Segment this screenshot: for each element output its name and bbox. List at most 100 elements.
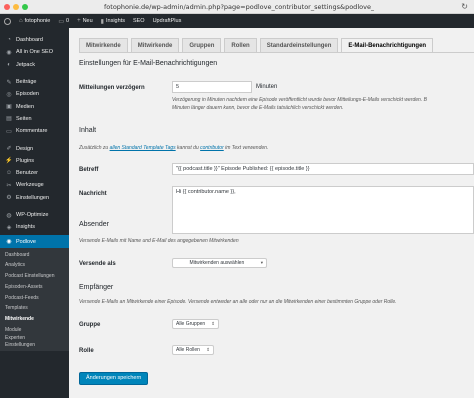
- sidebar-item-seo[interactable]: ◉ All in One SEO: [0, 46, 69, 58]
- podlove-submenu: Dashboard Analytics Podcast Einstellunge…: [0, 247, 69, 352]
- role-label: Rolle: [79, 348, 94, 354]
- home-icon: ⌂: [19, 18, 23, 24]
- submenu-expert-settings[interactable]: Experten Einstellungen: [0, 335, 40, 349]
- sidebar-item-podlove[interactable]: ◉ Podlove: [0, 235, 69, 248]
- sidebar-item-label: Dashboard: [16, 37, 43, 44]
- submenu-dashboard[interactable]: Dashboard: [0, 250, 69, 261]
- zoom-window-button[interactable]: [22, 4, 28, 10]
- submenu-episode-assets[interactable]: Episoden-Assets: [0, 282, 69, 293]
- tab-contributors-2[interactable]: Mitwirkende: [130, 38, 180, 53]
- sidebar-item-settings[interactable]: ⚙ Einstellungen: [0, 192, 69, 204]
- role-select[interactable]: Alle Rollen ⇕: [172, 345, 214, 355]
- updraft-link[interactable]: UpdraftPlus: [149, 14, 186, 28]
- template-tags-link[interactable]: allen Standard Template Tags: [110, 145, 176, 151]
- tab-groups[interactable]: Gruppen: [182, 38, 222, 53]
- updraft-label: UpdraftPlus: [152, 18, 182, 24]
- pages-icon: ▤: [6, 116, 12, 123]
- sidebar-item-posts[interactable]: ✎ Beiträge: [0, 76, 69, 88]
- tools-icon: ✂: [6, 182, 12, 189]
- site-name: fotophonie: [24, 18, 51, 24]
- plugin-icon: ⚡: [5, 158, 13, 165]
- comments-link[interactable]: ▭ 0: [54, 14, 73, 28]
- sidebar-item-plugins[interactable]: ⚡ Plugins: [0, 155, 69, 167]
- sidebar-item-label: Medien: [16, 103, 35, 110]
- section-title-sender: Absender: [79, 221, 109, 228]
- submenu-analytics[interactable]: Analytics: [0, 260, 69, 271]
- delay-input[interactable]: 5: [172, 81, 252, 93]
- sidebar-item-label: WP-Optimize: [16, 212, 49, 218]
- subject-input[interactable]: "{{ podcast.title }}" Episode Published:…: [172, 163, 474, 175]
- message-label: Nachricht: [79, 191, 107, 197]
- sidebar-item-dashboard[interactable]: ◔ Dashboard: [0, 34, 69, 46]
- sidebar-item-media[interactable]: ▣ Medien: [0, 100, 69, 112]
- dashboard-icon: ◔: [7, 37, 11, 44]
- browser-toolbar: fotophonie.de/wp-admin/admin.php?page=po…: [0, 0, 474, 14]
- minimize-window-button[interactable]: [13, 4, 19, 10]
- insights-icon: ▮: [100, 18, 104, 25]
- address-bar[interactable]: fotophonie.de/wp-admin/admin.php?page=po…: [104, 2, 374, 12]
- save-changes-button[interactable]: Änderungen speichern: [79, 372, 149, 385]
- submenu-modules[interactable]: Module: [0, 325, 69, 336]
- contributor-link[interactable]: contributor: [200, 145, 224, 151]
- seo-link[interactable]: SEO: [129, 14, 149, 28]
- sidebar-item-episodes[interactable]: ◎ Episoden: [0, 88, 69, 100]
- sidebar-item-label: Episoden: [16, 91, 39, 98]
- message-textarea[interactable]: Hi {{ contributor.name }},: [172, 186, 474, 234]
- group-select[interactable]: Alle Gruppen ⇕: [172, 319, 219, 329]
- sidebar-item-insights[interactable]: ◈ Insights: [0, 221, 69, 233]
- subject-label: Betreff: [79, 167, 99, 173]
- site-link[interactable]: ⌂ fotophonie: [15, 14, 54, 28]
- insights-link[interactable]: ▮ Insights: [97, 14, 129, 28]
- section-title-email-settings: Einstellungen für E-Mail-Benachrichtigun…: [79, 60, 218, 67]
- section-title-recipients: Empfänger: [79, 284, 114, 291]
- tab-contributors[interactable]: Mitwirkende: [79, 38, 128, 53]
- podcast-icon: ◎: [6, 91, 12, 98]
- insights-icon: ◈: [6, 224, 12, 231]
- submenu-podcast-settings[interactable]: Podcast Einstellungen: [0, 271, 69, 282]
- wordpress-menu[interactable]: [0, 14, 15, 28]
- sidebar-item-label: Podlove: [16, 238, 36, 245]
- sidebar-item-comments[interactable]: ▭ Kommentare: [0, 125, 69, 137]
- comments-count: 0: [66, 18, 70, 24]
- reload-icon[interactable]: ↻: [461, 2, 468, 11]
- main-content: Mitwirkende Mitwirkende Gruppen Rollen S…: [69, 28, 474, 398]
- intro-text: kannst du: [175, 145, 201, 151]
- media-icon: ▣: [6, 104, 12, 111]
- tab-defaults[interactable]: Standardeinstellungen: [259, 38, 339, 53]
- sidebar-item-label: Kommentare: [16, 128, 48, 135]
- sidebar-item-users[interactable]: ☺ Benutzer: [0, 167, 69, 179]
- podlove-icon: ◉: [6, 239, 12, 246]
- delay-label: Mitteilungen verzögern: [79, 85, 145, 91]
- admin-bar: ⌂ fotophonie ▭ 0 + Neu ▮ Insights SEO Updraf…: [0, 14, 474, 28]
- seo-icon: ◉: [6, 49, 12, 56]
- submenu-podcast-feeds[interactable]: Podcast-Feeds: [0, 293, 69, 304]
- sender-select[interactable]: Mitwirkenden auswählen ▾: [172, 258, 267, 268]
- pin-icon: ✎: [6, 79, 12, 86]
- settings-tabs: Mitwirkende Mitwirkende Gruppen Rollen S…: [79, 38, 434, 53]
- users-icon: ☺: [5, 170, 13, 177]
- brush-icon: ✐: [6, 146, 12, 153]
- content-intro: Zusätzlich zu allen Standard Template Ta…: [79, 145, 268, 151]
- new-label: Neu: [82, 18, 93, 24]
- group-label: Gruppe: [79, 322, 101, 328]
- tab-email-notifications[interactable]: E-Mail-Benachrichtigungen: [341, 38, 434, 53]
- new-content-link[interactable]: + Neu: [73, 14, 97, 28]
- delay-description-2: Minuten länger dauern kann, bevor die E-…: [172, 105, 344, 111]
- section-title-content: Inhalt: [79, 127, 97, 134]
- tab-roles[interactable]: Rollen: [224, 38, 257, 53]
- sidebar-item-label: Jetpack: [16, 61, 35, 68]
- close-window-button[interactable]: [4, 4, 10, 10]
- comment-bubble-icon: ▭: [58, 18, 64, 25]
- sidebar-item-wp-optimize[interactable]: ◍ WP-Optimize: [0, 209, 69, 221]
- chevron-updown-icon: ⇕: [211, 321, 215, 326]
- sidebar-item-label: Insights: [16, 224, 35, 231]
- tabs-divider: [79, 52, 474, 53]
- sidebar-item-tools[interactable]: ✂ Werkzeuge: [0, 179, 69, 191]
- sidebar-item-design[interactable]: ✐ Design: [0, 142, 69, 154]
- sidebar-item-label: Einstellungen: [16, 194, 50, 201]
- comments-icon: ▭: [6, 128, 12, 135]
- sidebar-item-jetpack[interactable]: ◐ Jetpack: [0, 59, 69, 71]
- submenu-contributors[interactable]: Mitwirkende: [0, 314, 69, 325]
- submenu-templates[interactable]: Templates: [0, 303, 69, 314]
- sidebar-item-pages[interactable]: ▤ Seiten: [0, 113, 69, 125]
